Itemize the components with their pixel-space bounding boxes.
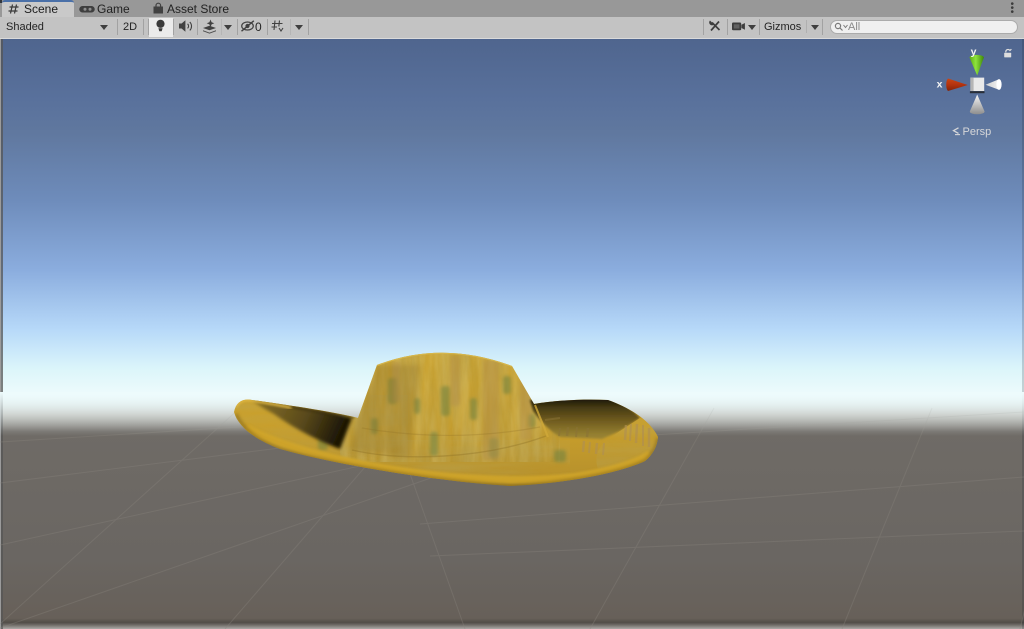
svg-text:Persp: Persp <box>963 126 992 138</box>
svg-text:y: y <box>971 46 977 58</box>
svg-text:x: x <box>937 79 943 91</box>
